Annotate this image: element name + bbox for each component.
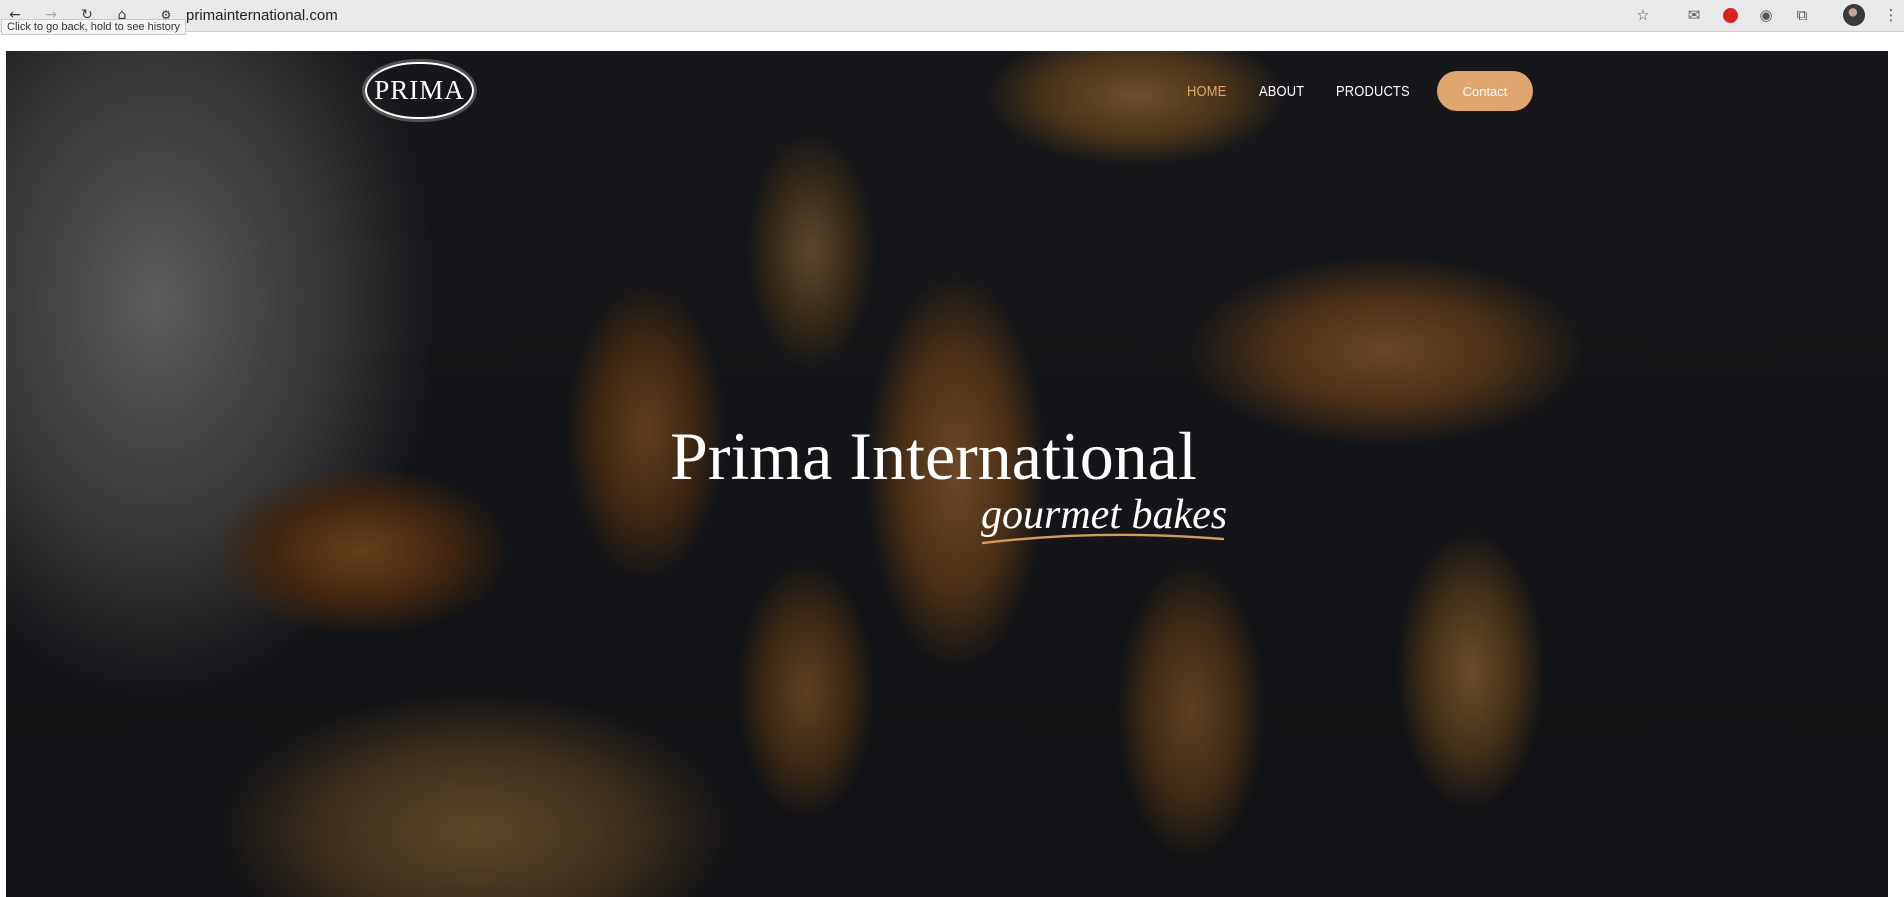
back-button-tooltip: Click to go back, hold to see history — [1, 19, 187, 35]
page-right-edge — [1888, 51, 1904, 897]
camera-icon[interactable]: ◉ — [1755, 4, 1777, 26]
contact-button[interactable]: Contact — [1437, 71, 1533, 111]
bookmark-star-icon[interactable]: ☆ — [1632, 4, 1654, 26]
browser-toolbar: ← → ↻ ⌂ ⚙ primainternational.com ☆ ✉ ◉ ⧉… — [0, 0, 1904, 32]
nav-products[interactable]: PRODUCTS — [1336, 83, 1410, 100]
hero-title: Prima International — [670, 418, 1197, 494]
site-logo[interactable]: PRIMA — [365, 62, 474, 119]
address-bar[interactable]: ⚙ primainternational.com — [148, 3, 1638, 28]
nav-home[interactable]: HOME — [1187, 83, 1226, 100]
profile-avatar[interactable] — [1843, 4, 1865, 26]
mail-icon[interactable]: ✉ — [1683, 4, 1705, 26]
nav-about[interactable]: ABOUT — [1259, 83, 1304, 100]
more-vert-icon[interactable]: ⋮ — [1880, 4, 1902, 26]
extensions-puzzle-icon[interactable]: ⧉ — [1791, 4, 1813, 26]
hero-section: PRIMA HOME ABOUT PRODUCTS Contact Prima … — [6, 51, 1888, 897]
subtitle-underline-swash — [981, 533, 1225, 545]
red-shield-icon[interactable] — [1719, 4, 1741, 26]
url-text[interactable]: primainternational.com — [186, 7, 338, 24]
